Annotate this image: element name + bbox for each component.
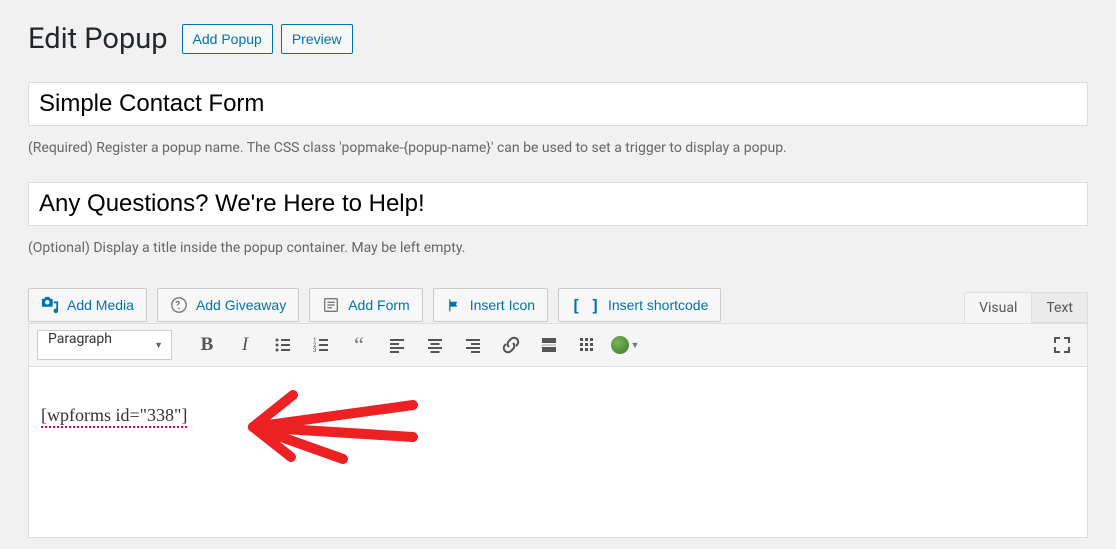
blockquote-button[interactable]: “ — [342, 330, 376, 360]
italic-button[interactable]: I — [228, 330, 262, 360]
add-form-label: Add Form — [348, 297, 409, 313]
align-left-button[interactable] — [380, 330, 414, 360]
align-center-button[interactable] — [418, 330, 452, 360]
editor-panel: Paragraph B I 123 “ ▼ — [28, 323, 1088, 538]
editor-toolbar: Paragraph B I 123 “ ▼ — [29, 324, 1087, 367]
svg-text:3: 3 — [313, 347, 316, 354]
editor-content-area[interactable]: [wpforms id="338"] — [29, 367, 1087, 537]
add-media-button[interactable]: Add Media — [28, 288, 147, 322]
media-icon — [41, 296, 59, 314]
link-button[interactable] — [494, 330, 528, 360]
insert-shortcode-button[interactable]: [ ] Insert shortcode — [558, 288, 721, 322]
flag-icon — [446, 297, 462, 313]
popup-name-input[interactable] — [28, 82, 1088, 126]
toolbar-toggle-button[interactable] — [570, 330, 604, 360]
align-right-button[interactable] — [456, 330, 490, 360]
giveaway-icon — [170, 296, 188, 314]
read-more-button[interactable] — [532, 330, 566, 360]
brackets-icon: [ ] — [571, 296, 600, 315]
fullscreen-button[interactable] — [1045, 330, 1079, 360]
bold-button[interactable]: B — [190, 330, 224, 360]
form-icon — [322, 296, 340, 314]
tab-text[interactable]: Text — [1031, 292, 1088, 323]
add-giveaway-button[interactable]: Add Giveaway — [157, 288, 299, 322]
bullet-list-button[interactable] — [266, 330, 300, 360]
add-media-label: Add Media — [67, 297, 134, 313]
page-title: Edit Popup — [28, 22, 168, 56]
chevron-down-icon: ▼ — [631, 340, 640, 351]
add-giveaway-label: Add Giveaway — [196, 297, 286, 313]
add-popup-button[interactable]: Add Popup — [182, 24, 273, 54]
title-helper-text: (Optional) Display a title inside the po… — [28, 240, 1088, 256]
name-helper-text: (Required) Register a popup name. The CS… — [28, 140, 1088, 156]
numbered-list-button[interactable]: 123 — [304, 330, 338, 360]
insert-icon-button[interactable]: Insert Icon — [433, 288, 548, 322]
arrow-annotation — [233, 387, 423, 467]
shortcode-text: [wpforms id="338"] — [41, 405, 187, 428]
popup-title-input[interactable] — [28, 182, 1088, 226]
tab-visual[interactable]: Visual — [964, 292, 1032, 323]
insert-icon-label: Insert Icon — [470, 297, 535, 313]
format-dropdown[interactable]: Paragraph — [37, 330, 172, 360]
preview-button[interactable]: Preview — [281, 24, 353, 54]
insert-shortcode-label: Insert shortcode — [608, 297, 708, 313]
special-button[interactable]: ▼ — [608, 330, 642, 360]
add-form-button[interactable]: Add Form — [309, 288, 422, 322]
